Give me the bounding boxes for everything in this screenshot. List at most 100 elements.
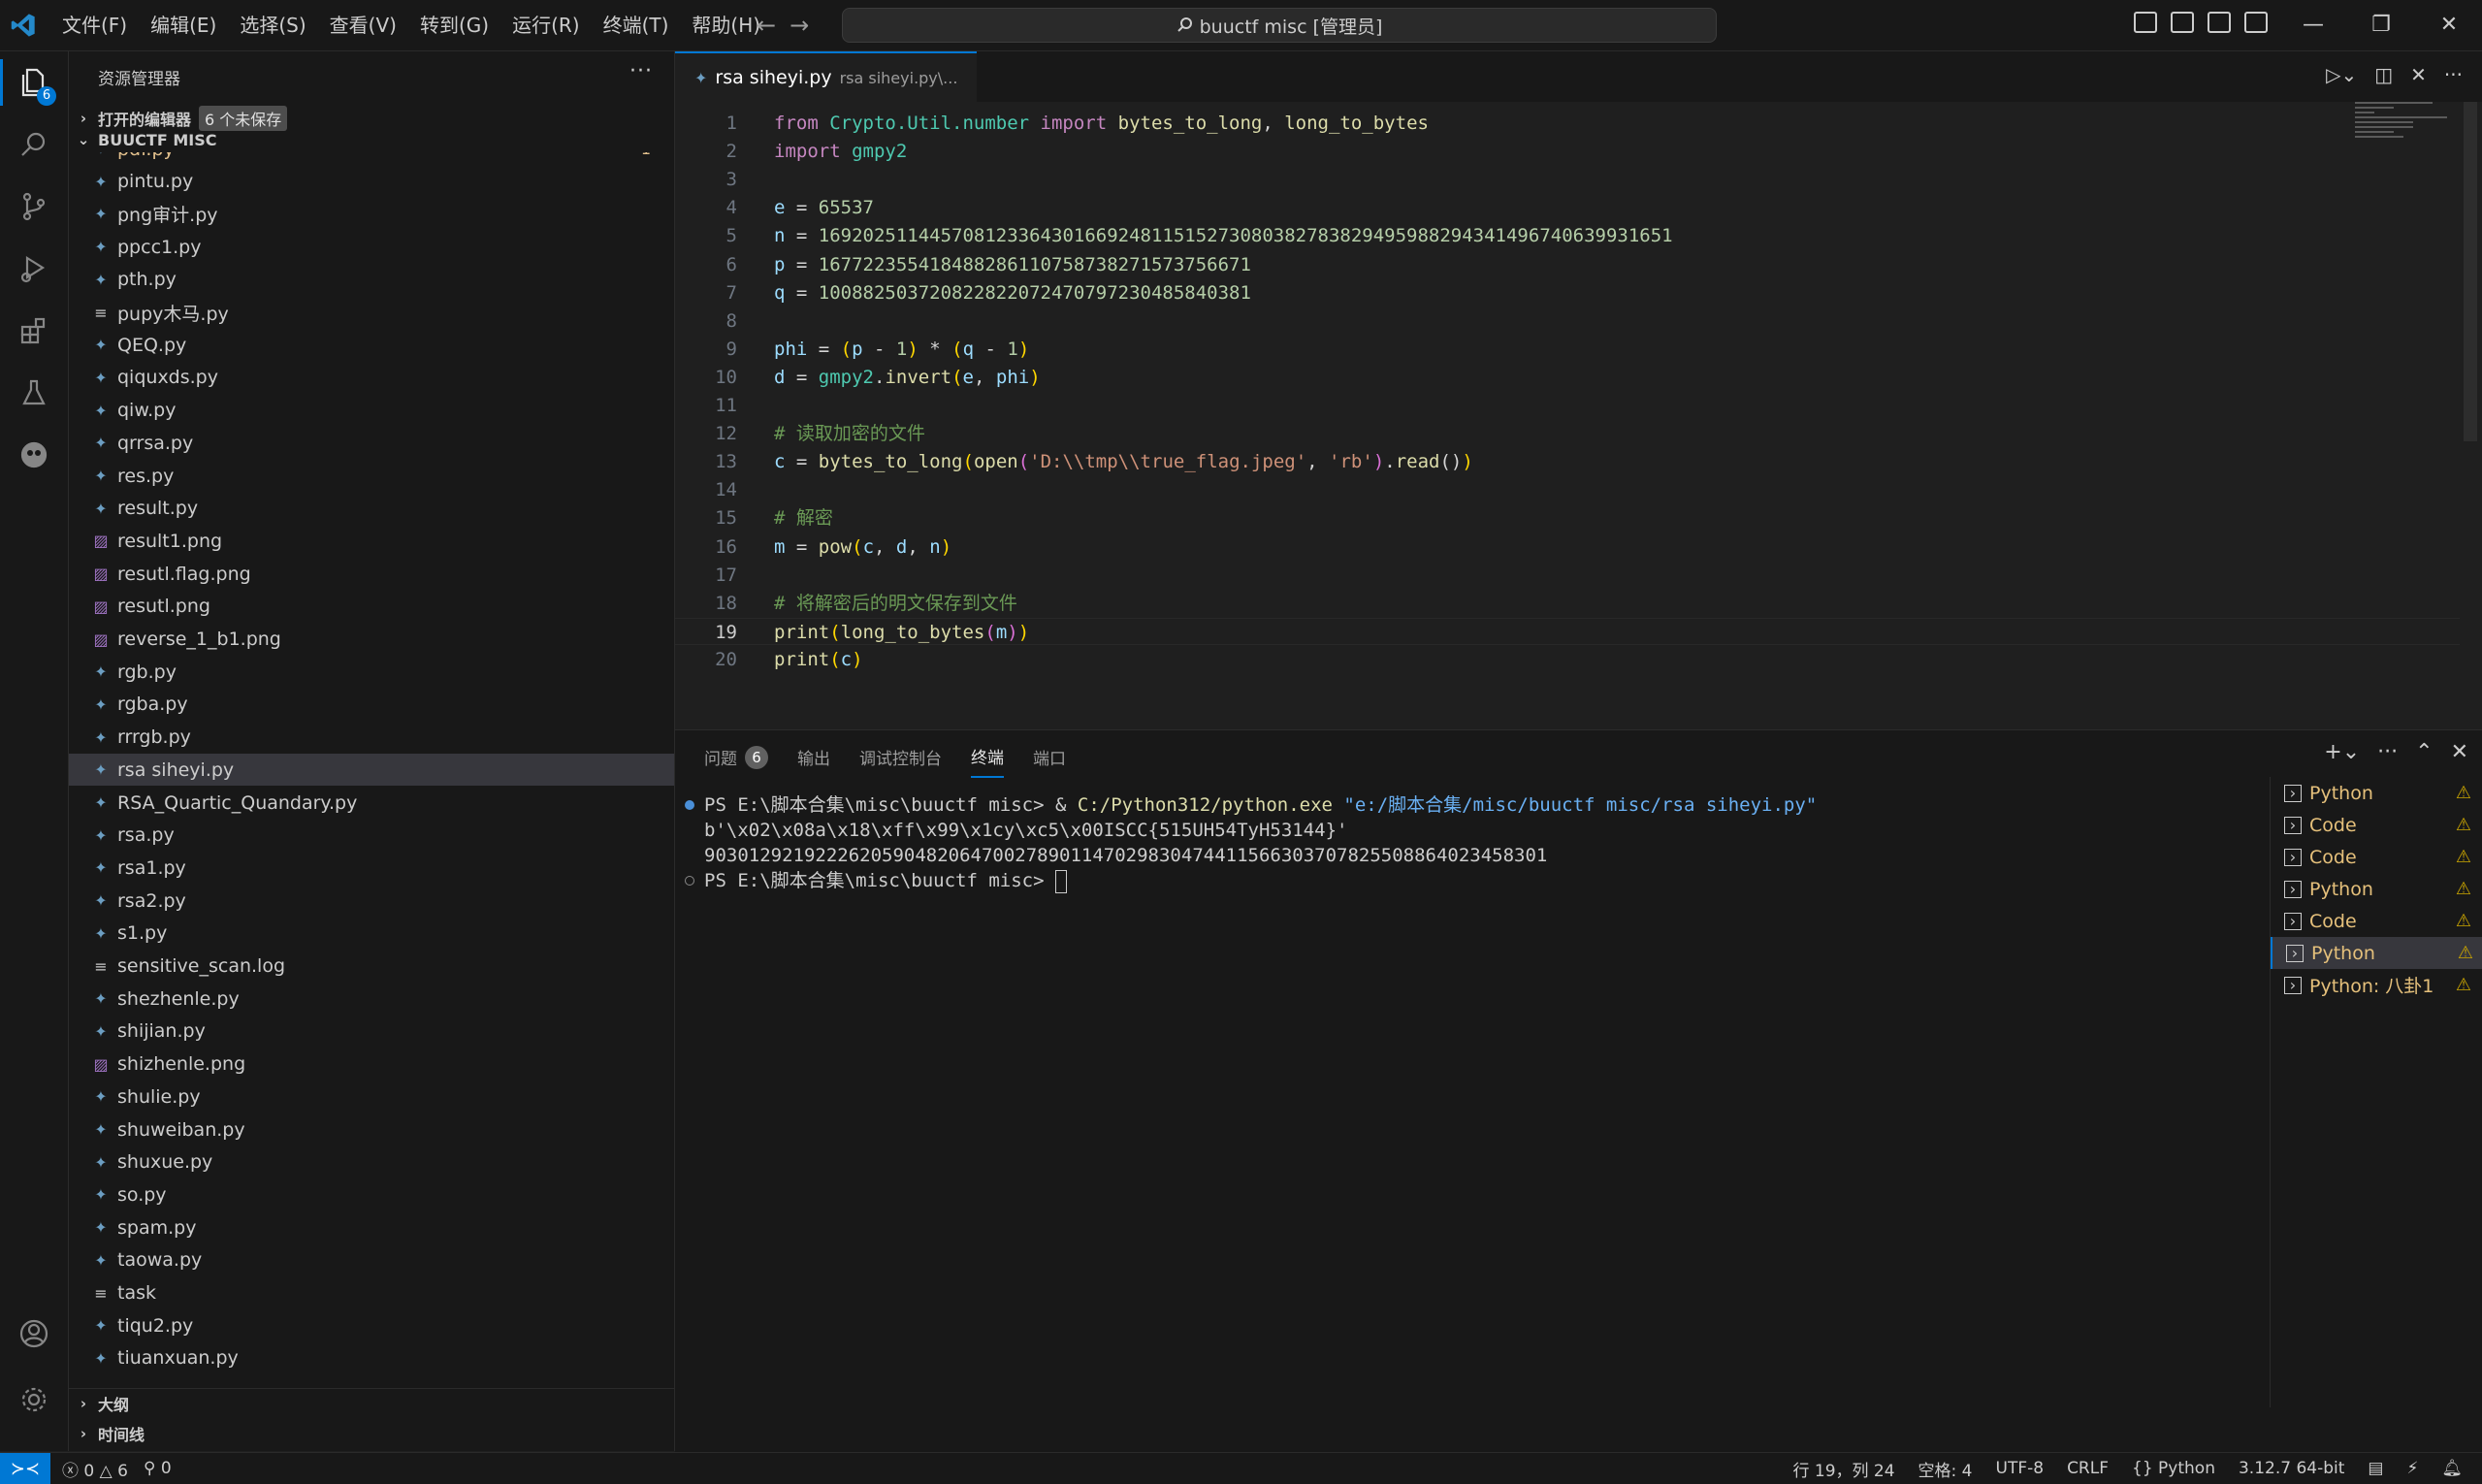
problems-status[interactable]: ⓧ 0 △ 6 (62, 1457, 128, 1481)
toggle-primary-sidebar-icon[interactable] (2134, 12, 2157, 33)
end-of-line[interactable]: CRLF (2067, 1459, 2109, 1478)
remote-indicator[interactable]: ≻≺ (0, 1453, 50, 1484)
minimize-button[interactable]: — (2279, 0, 2347, 50)
cursor-position[interactable]: 行 19，列 24 (1792, 1457, 1894, 1481)
maximize-panel-icon[interactable]: ⌃ (2415, 740, 2433, 764)
panel-tab[interactable]: 终端 (971, 744, 1004, 778)
file-item[interactable]: ✦shezhenle.py (69, 983, 674, 1015)
file-item[interactable]: ✦pth.py (69, 264, 674, 296)
folder-section[interactable]: ⌄ BUUCTF MISC (69, 125, 674, 154)
panel-tab[interactable]: 端口 (1033, 744, 1066, 778)
file-item[interactable]: ✦ppcc1.py (69, 231, 674, 263)
file-item[interactable]: ✦rsa2.py (69, 885, 674, 917)
menu-item[interactable]: 选择(S) (228, 0, 317, 50)
terminal-list-item[interactable]: ›Python⚠ (2271, 873, 2482, 905)
terminal-list-item[interactable]: ›Code⚠ (2271, 841, 2482, 873)
explorer-button[interactable]: 6 (0, 51, 68, 113)
file-item[interactable]: ≡sensitive_scan.log (69, 951, 674, 983)
remote-explorer-button[interactable] (0, 424, 68, 486)
more-actions-icon[interactable]: ··· (629, 59, 653, 83)
minimap[interactable] (2355, 102, 2452, 160)
file-item[interactable]: ✦RSA_Quartic_Quandary.py (69, 787, 674, 819)
file-item[interactable]: ✦rsa.py (69, 820, 674, 852)
file-item[interactable]: ✦s1.py (69, 918, 674, 950)
file-item[interactable]: ✦qiquxds.py (69, 362, 674, 394)
encoding[interactable]: UTF-8 (1996, 1459, 2045, 1478)
file-item[interactable]: ✦tiuanxuan.py (69, 1342, 674, 1374)
menu-item[interactable]: 查看(V) (318, 0, 408, 50)
file-item[interactable]: ✦taowa.py (69, 1244, 674, 1276)
file-status-icon[interactable]: ▤ (2368, 1459, 2383, 1478)
copilot-icon[interactable]: ⚡ (2406, 1459, 2418, 1478)
panel-tab[interactable]: 输出 (797, 744, 830, 778)
command-center-search[interactable]: buuctf misc [管理员] (842, 8, 1717, 43)
terminal-list-item[interactable]: ›Python: 八卦1⚠ (2271, 969, 2482, 1001)
file-item[interactable]: ✦rgb.py (69, 656, 674, 688)
file-item[interactable]: ✦tiqu2.py (69, 1309, 674, 1341)
file-item[interactable]: ≡pupy木马.py (69, 297, 674, 329)
accounts-button[interactable] (0, 1303, 68, 1365)
more-actions-icon[interactable]: ··· (2377, 740, 2398, 764)
run-python-file-icon[interactable]: ▷⌄ (2326, 63, 2357, 86)
extensions-button[interactable] (0, 300, 68, 362)
file-item[interactable]: ✦tk.py (69, 1375, 674, 1382)
testing-button[interactable] (0, 362, 68, 424)
customize-layout-icon[interactable] (2244, 12, 2268, 33)
toggle-panel-icon[interactable] (2171, 12, 2194, 33)
file-item[interactable]: ▨resutl.png (69, 591, 674, 623)
file-item[interactable]: ✦shuxue.py (69, 1146, 674, 1178)
file-item[interactable]: ✦rsa1.py (69, 852, 674, 884)
menu-item[interactable]: 终端(T) (592, 0, 681, 50)
run-debug-button[interactable] (0, 238, 68, 300)
terminal-output[interactable]: PS E:\脚本合集\misc\buuctf misc> & C:/Python… (675, 792, 2246, 1433)
file-item[interactable]: ✦shijian.py (69, 1016, 674, 1048)
more-actions-icon[interactable]: ··· (2444, 63, 2463, 86)
terminal-list-item[interactable]: ›Python⚠ (2271, 777, 2482, 809)
indentation[interactable]: 空格: 4 (1918, 1457, 1973, 1481)
menu-item[interactable]: 转到(G) (408, 0, 500, 50)
outline-section[interactable]: › 大纲 (69, 1388, 674, 1418)
file-item[interactable]: ✦rgba.py (69, 689, 674, 721)
close-window-button[interactable]: ✕ (2415, 0, 2482, 50)
file-item[interactable]: ✦res.py (69, 460, 674, 492)
file-item[interactable]: ✦rsa siheyi.py (69, 754, 674, 786)
terminal-list-item[interactable]: ›Code⚠ (2271, 809, 2482, 841)
panel-tab[interactable]: 问题6 (704, 744, 768, 778)
file-item[interactable]: ≡task (69, 1277, 674, 1309)
notifications-icon[interactable]: 🔔︎ (2441, 1459, 2463, 1478)
menu-item[interactable]: 运行(R) (500, 0, 592, 50)
editor-scrollbar[interactable] (2464, 102, 2477, 441)
file-item[interactable]: ✦so.py (69, 1178, 674, 1210)
file-item[interactable]: ✦shulie.py (69, 1081, 674, 1113)
ports-status[interactable]: ⚲ 0 (144, 1459, 172, 1478)
file-item[interactable]: ▨result1.png (69, 525, 674, 557)
new-terminal-icon[interactable]: +⌄ (2324, 740, 2360, 764)
panel-tab[interactable]: 调试控制台 (859, 744, 942, 778)
python-interpreter[interactable]: 3.12.7 64-bit (2239, 1459, 2344, 1478)
file-item[interactable]: ✦qiw.py (69, 395, 674, 427)
file-item[interactable]: ✦pintu.py (69, 166, 674, 198)
file-item[interactable]: ✦png审计.py (69, 198, 674, 230)
terminal-list-item[interactable]: ›Python⚠ (2271, 937, 2482, 969)
terminal-list-item[interactable]: ›Code⚠ (2271, 905, 2482, 937)
forward-arrow-icon[interactable]: → (790, 10, 809, 41)
menu-item[interactable]: 编辑(E) (139, 0, 228, 50)
file-item[interactable]: ✦pdf.py1 (69, 152, 674, 165)
toggle-secondary-sidebar-icon[interactable] (2208, 12, 2231, 33)
code-editor[interactable]: 1from Crypto.Util.number import bytes_to… (675, 102, 2460, 728)
file-item[interactable]: ▨reverse_1_b1.png (69, 624, 674, 656)
menu-item[interactable]: 文件(F) (50, 0, 139, 50)
split-editor-icon[interactable]: ◫ (2374, 63, 2393, 86)
file-item[interactable]: ✦shuweiban.py (69, 1113, 674, 1145)
editor-tab[interactable]: ✦ rsa siheyi.py rsa siheyi.py\... (675, 51, 977, 102)
back-arrow-icon[interactable]: ← (757, 10, 776, 41)
close-editor-icon[interactable]: ✕ (2410, 63, 2427, 86)
file-item[interactable]: ✦rrrgb.py (69, 722, 674, 754)
file-item[interactable]: ✦result.py (69, 493, 674, 525)
manage-button[interactable] (0, 1369, 68, 1431)
file-item[interactable]: ✦qrrsa.py (69, 427, 674, 459)
timeline-section[interactable]: › 时间线 (69, 1419, 674, 1448)
file-item[interactable]: ✦spam.py (69, 1211, 674, 1243)
close-panel-icon[interactable]: ✕ (2451, 740, 2468, 764)
search-view-button[interactable] (0, 113, 68, 176)
